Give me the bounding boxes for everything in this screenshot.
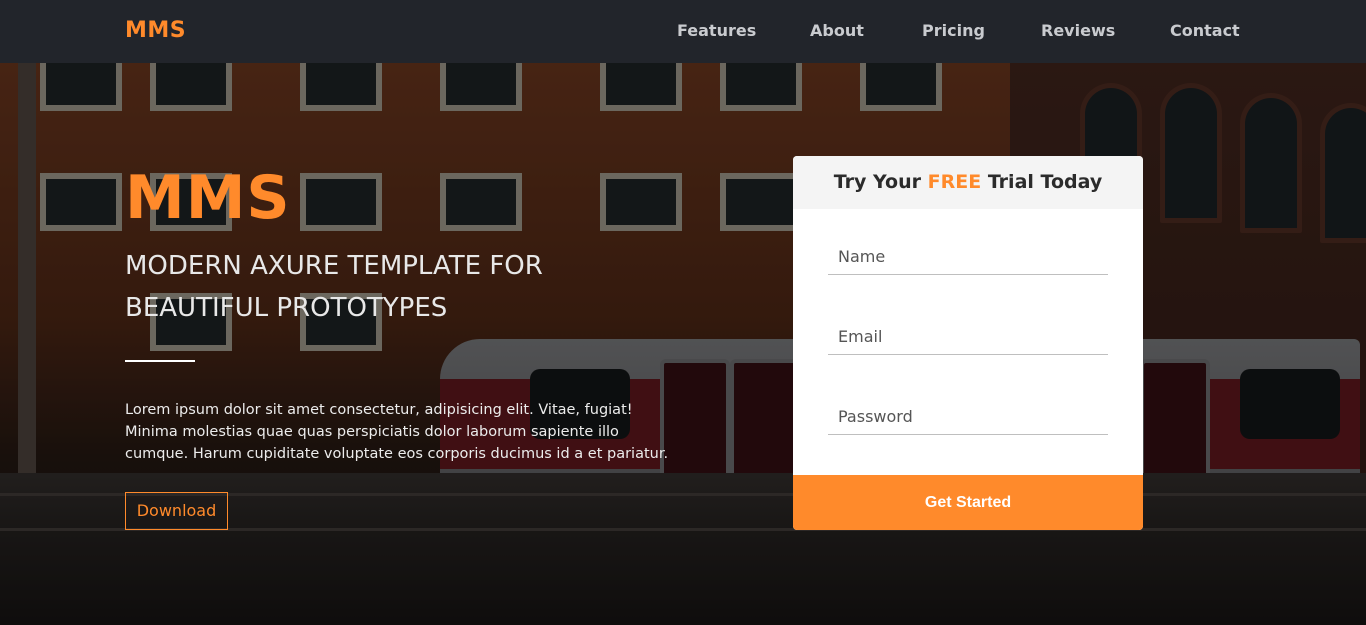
trial-signup-card: Try Your FREE Trial Today Get Started	[793, 156, 1143, 530]
heading-free-highlight: FREE	[927, 171, 982, 193]
nav-link-contact[interactable]: Contact	[1170, 21, 1240, 40]
hero-dark-overlay	[0, 63, 1366, 625]
hero-subtitle: MODERN AXURE TEMPLATE FOR BEAUTIFUL PROT…	[125, 251, 543, 323]
download-button[interactable]: Download	[125, 492, 228, 530]
password-field	[828, 398, 1108, 435]
name-input[interactable]	[828, 238, 1108, 274]
trial-card-heading: Try Your FREE Trial Today	[793, 156, 1143, 209]
password-input[interactable]	[828, 398, 1108, 434]
hero-title: MMS	[125, 163, 291, 233]
email-field	[828, 318, 1108, 355]
nav-link-pricing[interactable]: Pricing	[922, 21, 985, 40]
hero-description: Lorem ipsum dolor sit amet consectetur, …	[125, 402, 669, 462]
get-started-button[interactable]: Get Started	[793, 475, 1143, 530]
heading-prefix: Try Your	[833, 171, 921, 193]
email-input[interactable]	[828, 318, 1108, 354]
heading-suffix: Trial Today	[987, 171, 1103, 193]
top-navbar: MMS Features About Pricing Reviews Conta…	[0, 0, 1366, 63]
hero-background-image	[0, 63, 1366, 625]
nav-link-reviews[interactable]: Reviews	[1041, 21, 1115, 40]
nav-link-about[interactable]: About	[810, 21, 864, 40]
brand-logo[interactable]: MMS	[125, 18, 186, 43]
hero-divider	[125, 360, 195, 362]
nav-link-features[interactable]: Features	[677, 21, 756, 40]
name-field	[828, 238, 1108, 275]
